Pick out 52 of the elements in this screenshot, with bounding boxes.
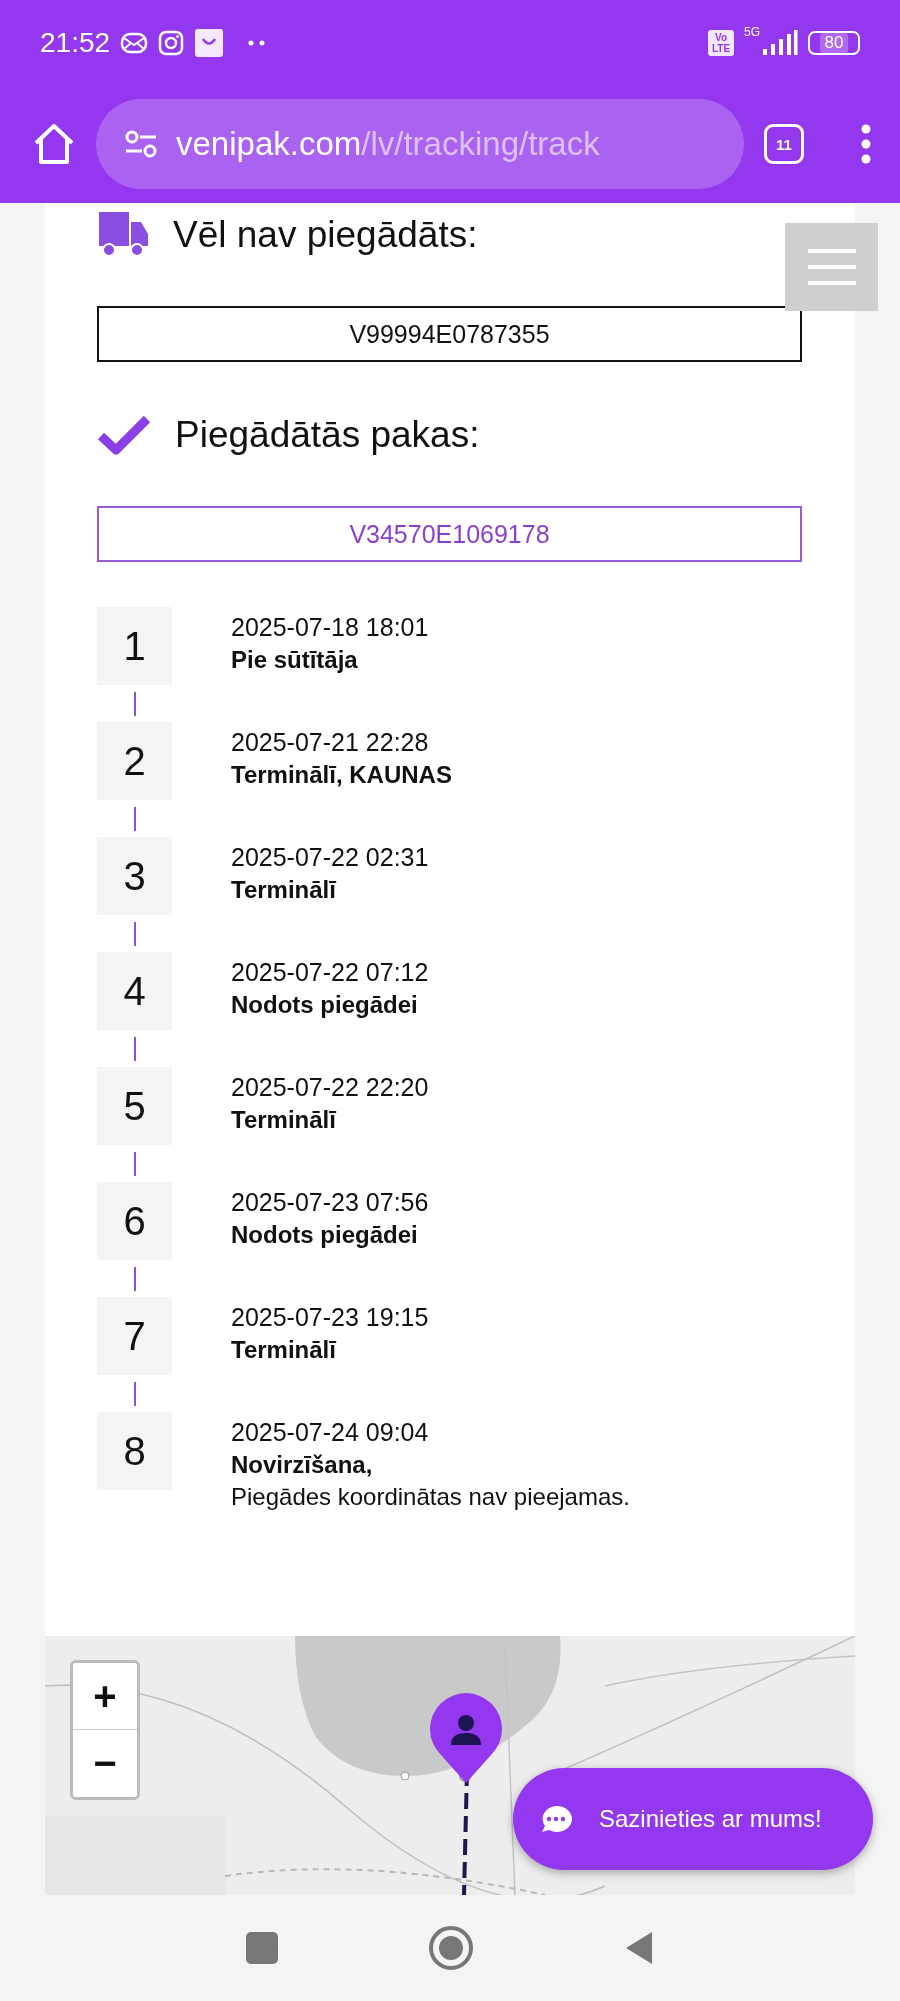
parcel-number[interactable]: V99994E0787355	[97, 306, 802, 362]
status-time: 21:52	[40, 26, 111, 59]
section-heading: Piegādātās pakas:	[175, 414, 480, 456]
event-status: Terminālī	[231, 876, 338, 904]
step-number: 6	[97, 1182, 172, 1260]
url-text: venipak.com/lv/tracking/track	[176, 125, 600, 163]
map-pin[interactable]	[429, 1693, 503, 1785]
step-number: 5	[97, 1067, 172, 1145]
truck-icon	[97, 212, 149, 258]
event-date: 2025-07-22 02:31	[231, 843, 429, 872]
parcel-number[interactable]: V34570E1069178	[97, 506, 802, 562]
home-icon[interactable]	[32, 123, 76, 165]
tab-count[interactable]: 11	[764, 124, 804, 164]
event-status: Nodots piegādei	[231, 991, 419, 1019]
event-status: Terminālī	[231, 1106, 338, 1134]
volte-badge: Vo LTE	[708, 29, 734, 56]
checkmark-icon	[97, 414, 151, 456]
step-number: 1	[97, 607, 172, 685]
section-heading: Vēl nav piegādāts:	[173, 214, 478, 256]
chat-bubble-icon	[539, 1804, 573, 1834]
network-type: 5G	[744, 25, 760, 39]
step-number: 8	[97, 1412, 172, 1490]
more-menu-icon[interactable]	[860, 124, 872, 164]
mail-icon	[120, 31, 149, 54]
battery-level: 80	[819, 32, 849, 53]
recent-apps-icon[interactable]	[246, 1932, 278, 1964]
contact-button[interactable]: Sazinieties ar mums!	[513, 1768, 873, 1870]
home-button-icon[interactable]	[428, 1925, 474, 1971]
event-status: Terminālī	[231, 1336, 338, 1364]
event-date: 2025-07-23 07:56	[231, 1188, 429, 1217]
event-status: Terminālī, KAUNAS	[231, 761, 452, 789]
zoom-in-button[interactable]: +	[73, 1663, 137, 1730]
event-status: Nodots piegādei	[231, 1221, 419, 1249]
site-settings-icon[interactable]	[124, 129, 158, 159]
event-detail: Piegādes koordinātas nav pieejamas.	[231, 1483, 630, 1511]
step-number: 3	[97, 837, 172, 915]
camera-icon	[158, 29, 185, 56]
event-date: 2025-07-22 07:12	[231, 958, 429, 987]
event-date: 2025-07-21 22:28	[231, 728, 430, 757]
event-date: 2025-07-24 09:04	[231, 1418, 430, 1447]
event-status: Pie sūtītāja	[231, 646, 359, 674]
event-status: Novirzīšana,	[231, 1451, 374, 1479]
event-date: 2025-07-23 19:15	[231, 1303, 429, 1332]
shopping-bag-icon	[194, 27, 225, 58]
address-bar[interactable]: venipak.com/lv/tracking/track	[96, 99, 744, 189]
step-number: 4	[97, 952, 172, 1030]
step-number: 2	[97, 722, 172, 800]
event-date: 2025-07-22 22:20	[231, 1073, 429, 1102]
event-date: 2025-07-18 18:01	[231, 613, 429, 642]
back-icon[interactable]	[624, 1930, 654, 1966]
step-number: 7	[97, 1297, 172, 1375]
signal-icon	[762, 28, 798, 57]
